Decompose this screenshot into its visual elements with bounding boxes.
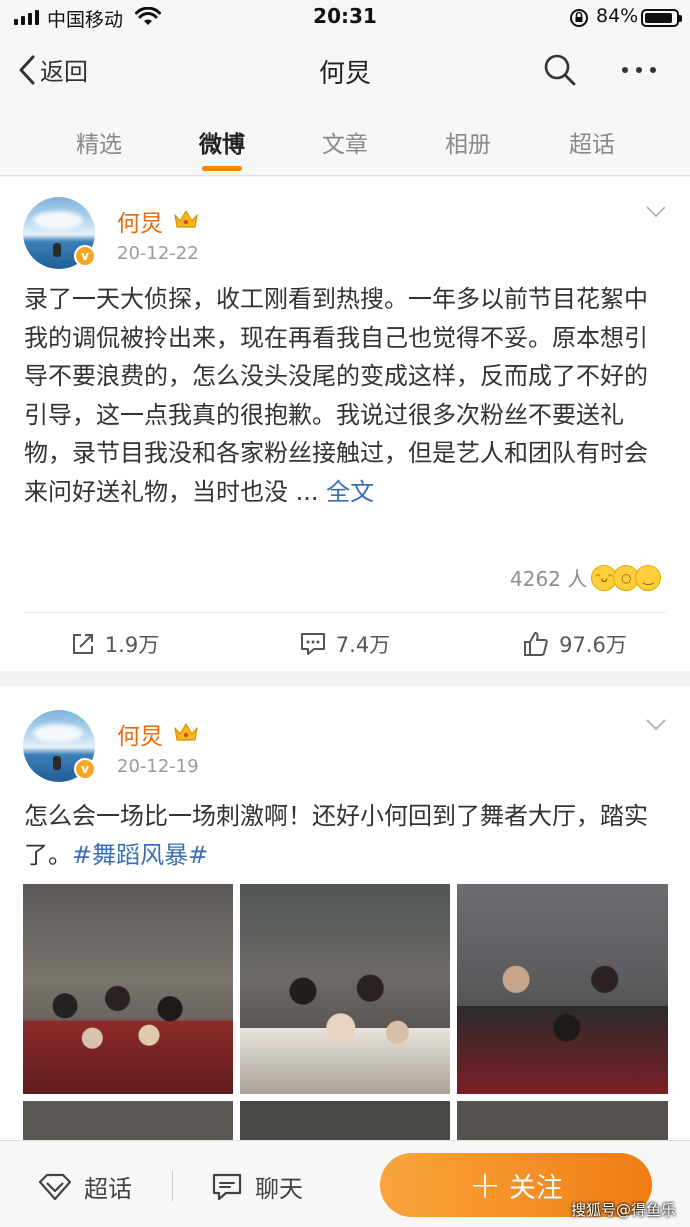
crown-icon — [174, 723, 198, 741]
active-tab-indicator — [202, 166, 242, 171]
supertopic-label: 超话 — [84, 1175, 132, 1203]
post-date: 20-12-22 — [117, 243, 199, 264]
follow-label: 关注 — [508, 1172, 563, 1204]
tab-featured[interactable]: 精选 — [59, 125, 139, 159]
photo-thumbnail[interactable] — [457, 884, 668, 1094]
diamond-icon — [38, 1173, 72, 1200]
photo-thumbnail[interactable] — [457, 1101, 668, 1144]
photo-thumbnail[interactable] — [23, 1101, 233, 1144]
post-date: 20-12-19 — [117, 756, 199, 777]
verified-badge-icon: v — [74, 245, 96, 267]
divider — [172, 1171, 173, 1201]
battery-icon — [641, 9, 682, 27]
tab-weibo[interactable]: 微博 — [182, 125, 262, 159]
photo-thumbnail[interactable] — [240, 884, 450, 1094]
post-author[interactable]: 何炅 — [117, 204, 163, 238]
supertopic-button[interactable]: 超话 — [38, 1169, 132, 1204]
post-author[interactable]: 何炅 — [117, 717, 163, 751]
search-icon[interactable] — [542, 52, 578, 88]
tab-album[interactable]: 相册 — [428, 125, 508, 159]
post-card: v 何炅 20-12-22 录了一天大侦探，收工刚看到热搜。一年多以前节目花絮中… — [0, 177, 690, 671]
divider — [24, 612, 666, 613]
photo-thumbnail[interactable] — [23, 884, 233, 1094]
tab-supertopic[interactable]: 超话 — [552, 125, 632, 159]
status-bar: 中国移动 20:31 84% — [0, 0, 690, 36]
like-button[interactable]: 97.6万 — [460, 620, 690, 668]
thumbs-up-icon — [524, 632, 548, 656]
repost-button[interactable]: 1.9万 — [0, 620, 230, 668]
more-icon[interactable] — [622, 67, 656, 73]
reaction-count: 4262 人 — [510, 567, 588, 591]
hashtag-link[interactable]: #舞蹈风暴# — [72, 841, 208, 869]
chevron-down-icon[interactable] — [645, 205, 667, 219]
page-title: 何炅 — [318, 59, 371, 89]
comment-icon — [300, 633, 325, 655]
smile-emoji-icon: ‿ — [635, 564, 662, 591]
repost-icon — [72, 634, 93, 654]
battery-percent: 84% — [596, 5, 639, 27]
photo-grid — [23, 884, 668, 1144]
nav-bar: 返回 何炅 — [0, 36, 690, 107]
profile-tabs: 精选 微博 文章 相册 超话 — [0, 108, 690, 176]
repost-count: 1.9万 — [104, 633, 160, 657]
comment-button[interactable]: 7.4万 — [230, 620, 460, 668]
plus-icon: + — [469, 1163, 501, 1207]
post-text: 录了一天大侦探，收工刚看到热搜。一年多以前节目花絮中我的调侃被拎出来，现在再看我… — [24, 285, 648, 506]
post-text: 怎么会一场比一场刺激啊！还好小何回到了舞者大厅，踏实了。#舞蹈风暴# — [24, 802, 648, 869]
chat-icon — [212, 1173, 242, 1200]
watermark: 搜狐号@得鱼乐 — [570, 1201, 676, 1219]
comment-count: 7.4万 — [335, 633, 391, 657]
chat-label: 聊天 — [255, 1175, 303, 1203]
photo-thumbnail[interactable] — [240, 1101, 450, 1144]
tab-articles[interactable]: 文章 — [305, 125, 385, 159]
post-actions: 1.9万 7.4万 97.6万 — [0, 620, 690, 668]
crown-icon — [174, 210, 198, 228]
reaction-summary[interactable]: 4262 人 ᵔᴗᵔ ○ ‿ — [510, 563, 662, 592]
chat-button[interactable]: 聊天 — [211, 1169, 303, 1204]
read-more-link[interactable]: 全文 — [326, 478, 374, 506]
like-count: 97.6万 — [559, 633, 627, 657]
post-card: v 何炅 20-12-19 怎么会一场比一场刺激啊！还好小何回到了舞者大厅，踏实… — [0, 686, 690, 1146]
verified-badge-icon: v — [74, 758, 96, 780]
chevron-down-icon[interactable] — [645, 718, 667, 732]
orientation-lock-icon — [570, 9, 588, 27]
